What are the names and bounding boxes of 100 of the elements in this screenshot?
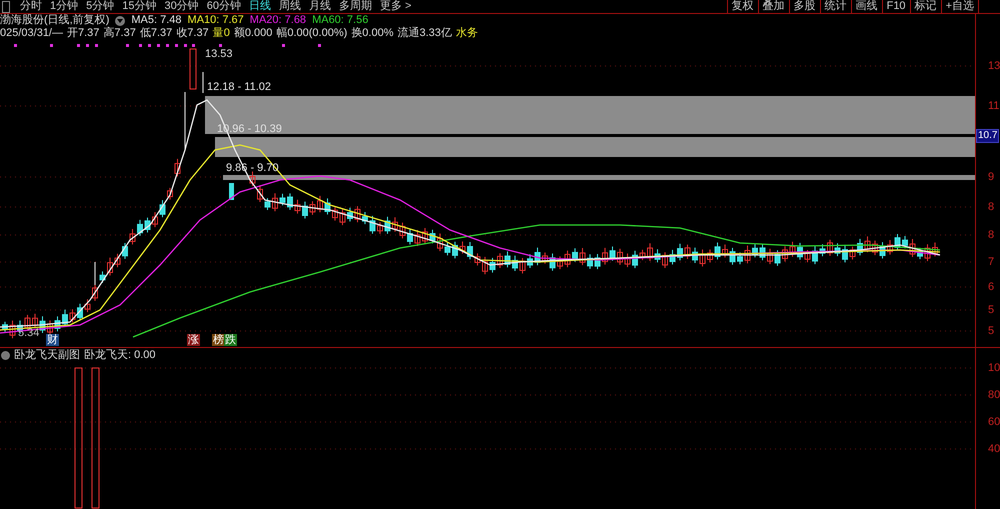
candlestick xyxy=(924,244,930,262)
candlestick xyxy=(54,316,60,332)
candlestick xyxy=(887,240,893,256)
toolbar-button[interactable]: 统计 xyxy=(820,0,851,13)
candlestick xyxy=(902,235,908,249)
period-tab[interactable]: 5分钟 xyxy=(82,0,118,13)
candlestick xyxy=(820,244,826,257)
toolbar-button[interactable]: 画线 xyxy=(850,0,882,13)
candlestick xyxy=(662,252,668,268)
candlestick xyxy=(842,244,848,263)
candlestick xyxy=(684,244,690,260)
candlestick xyxy=(857,238,863,256)
quote-value: 低7.37 xyxy=(140,26,172,42)
candlestick xyxy=(257,184,263,203)
candlestick xyxy=(797,242,803,260)
candlestick xyxy=(527,254,533,269)
period-tab[interactable]: 15分钟 xyxy=(118,0,160,13)
period-tab[interactable]: 日线 xyxy=(245,0,275,13)
dropdown-icon[interactable] xyxy=(115,16,126,26)
candlestick xyxy=(520,257,526,274)
period-tab[interactable]: 更多 > xyxy=(376,0,416,13)
candlestick xyxy=(730,247,736,266)
candlestick xyxy=(790,241,796,258)
period-tab[interactable]: 周线 xyxy=(275,0,305,13)
period-tab[interactable]: 30分钟 xyxy=(160,0,203,13)
quote-value: 流通3.33亿 xyxy=(397,26,452,42)
axis-label: 7 xyxy=(988,256,994,268)
event-marker: 跌 xyxy=(224,334,237,346)
period-tab[interactable]: 60分钟 xyxy=(202,0,245,13)
toolbar-button[interactable]: 标记 xyxy=(910,0,941,13)
chart-title: 渤海股份(日线,前复权) xyxy=(0,13,110,27)
current-price-badge: 10.7 xyxy=(976,129,1000,143)
candlestick xyxy=(280,193,286,206)
candlestick xyxy=(850,246,856,260)
candlestick xyxy=(670,249,676,266)
candlestick xyxy=(10,320,16,339)
period-tab[interactable]: 1分钟 xyxy=(46,0,82,13)
candlestick xyxy=(917,247,923,260)
candlestick xyxy=(482,256,488,275)
candlestick xyxy=(370,215,376,234)
candlestick xyxy=(594,254,600,270)
candlestick xyxy=(767,248,773,265)
candlestick xyxy=(40,316,46,334)
candlestick xyxy=(354,206,360,223)
toolbar-button[interactable]: 叠加 xyxy=(758,0,789,13)
period-tab[interactable]: 分时 xyxy=(16,0,46,13)
candlestick xyxy=(340,208,346,226)
candlestick xyxy=(107,257,113,276)
candlestick xyxy=(264,198,270,211)
quote-value: 额0.000 xyxy=(234,26,272,42)
candlestick xyxy=(229,183,234,200)
axis-label: 8 xyxy=(988,201,994,213)
candlestick xyxy=(384,216,390,234)
toolbar-button[interactable]: F10 xyxy=(882,0,910,13)
candlestick xyxy=(377,222,383,234)
quote-value: 幅0.00(0.00%) xyxy=(276,26,348,42)
candlestick xyxy=(437,233,443,252)
candlestick xyxy=(587,254,593,270)
quote-value: 高7.37 xyxy=(103,26,136,42)
candlestick xyxy=(737,252,743,265)
candlestick xyxy=(804,250,810,263)
candlestick xyxy=(640,249,646,261)
candlestick xyxy=(114,253,120,268)
toolbar-button[interactable]: 复权 xyxy=(726,0,758,13)
check-icon[interactable] xyxy=(1,350,10,360)
candlestick xyxy=(910,238,916,258)
candlestick xyxy=(557,256,563,270)
period-tab[interactable]: 多周期 xyxy=(335,0,376,13)
toolbar-button[interactable]: +自选 xyxy=(940,0,978,13)
candlestick xyxy=(647,242,653,262)
indicator-reading: 卧龙飞天: 0.00 xyxy=(84,348,156,363)
candlestick xyxy=(362,212,368,225)
candlestick xyxy=(324,198,330,215)
panel-toggle-icon[interactable] xyxy=(2,1,10,13)
candlestick xyxy=(84,298,90,313)
candlestick xyxy=(474,252,480,266)
candlestick xyxy=(654,248,660,263)
candlestick xyxy=(497,252,503,269)
candlestick xyxy=(160,200,166,218)
candlestick xyxy=(122,242,128,260)
candlestick xyxy=(144,217,150,234)
candlestick xyxy=(534,247,540,266)
axis-label: 6 xyxy=(988,281,994,293)
candlestick xyxy=(32,313,38,329)
candlestick xyxy=(677,243,683,261)
candlestick xyxy=(332,206,338,222)
quote-value: 换0.00% xyxy=(351,26,394,42)
event-marker: 涨 xyxy=(187,334,200,346)
candlestick xyxy=(580,247,586,266)
candlestick xyxy=(287,192,293,210)
moving-average-label: MA60: 7.56 xyxy=(312,13,368,27)
candlestick xyxy=(692,247,698,264)
candlestick xyxy=(47,320,53,336)
toolbar-button[interactable]: 多股 xyxy=(788,0,820,13)
candlestick xyxy=(490,257,496,274)
candlestick xyxy=(864,236,870,253)
period-tab[interactable]: 月线 xyxy=(305,0,335,13)
candlestick xyxy=(707,249,713,263)
candlestick xyxy=(504,250,510,268)
candlestick xyxy=(602,247,608,266)
